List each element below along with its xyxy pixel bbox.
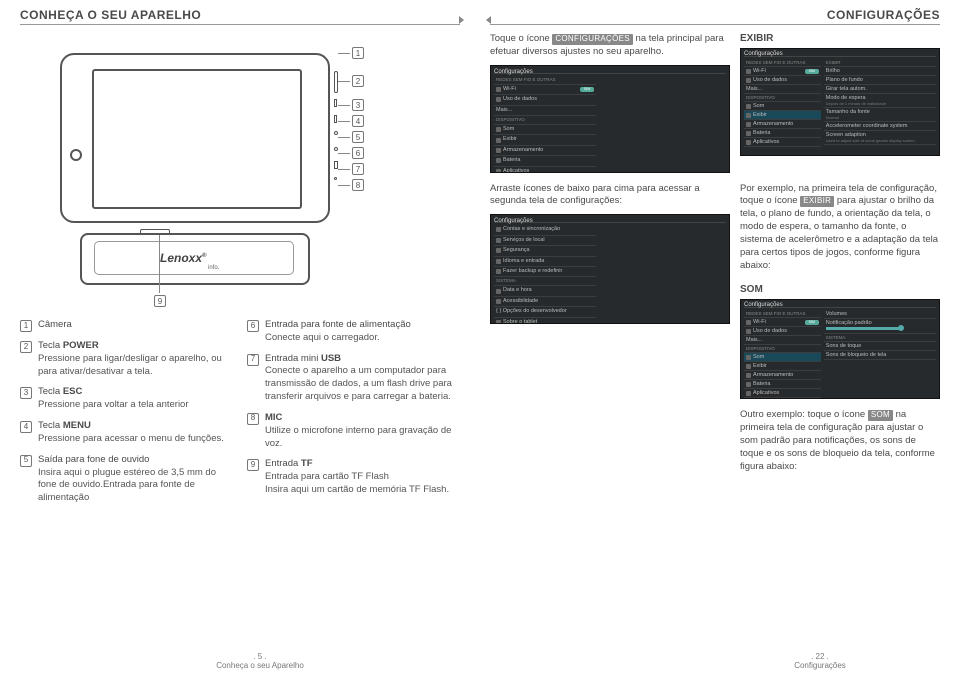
footer-right: . 22 . Configurações <box>760 652 880 670</box>
screenshot-som: Configurações REDES SEM FIO E OUTRAS Wi-… <box>740 299 940 399</box>
som-head: SOM <box>740 284 940 295</box>
legend-col-left: 1 Câmera 2 Tecla POWERPressione para lig… <box>20 319 233 513</box>
callout-8: 8 <box>352 179 364 191</box>
side-port <box>334 131 338 135</box>
row-3: Outro exemplo: toque o ícone SOM na prim… <box>490 409 940 473</box>
side-port <box>334 147 338 151</box>
exibir-block: EXIBIR Configurações REDES SEM FIO E OUT… <box>740 33 940 173</box>
device-screen <box>92 69 302 209</box>
brand-logo: Lenoxx® <box>160 251 206 265</box>
footer-left: . 5 . Conheça o seu Aparelho <box>200 652 320 670</box>
device-diagram: 1 2 3 4 5 6 7 8 Lenoxx® info. 9 <box>60 33 380 313</box>
device-front-view: Lenoxx® info. 9 <box>80 233 310 297</box>
legend-item-8: 8 MICUtilize o microfone interno para gr… <box>247 412 460 450</box>
callout-3: 3 <box>352 99 364 111</box>
callout-7: 7 <box>352 163 364 175</box>
right-page: CONFIGURAÇÕES Toque o ícone CONFIGURAÇÕE… <box>490 8 940 483</box>
legend-item-9: 9 Entrada TFEntrada para cartão TF Flash… <box>247 458 460 496</box>
screenshot-exibir: Configurações REDES SEM FIO E OUTRAS Wi-… <box>740 48 940 156</box>
chip-configuracoes: CONFIGURAÇÕES <box>552 34 633 45</box>
intro-text: Toque o ícone CONFIGURAÇÕES na tela prin… <box>490 33 730 173</box>
screenshot-settings-1: Configurações REDES SEM FIO E OUTRAS Wi-… <box>490 65 730 173</box>
side-port <box>334 161 338 169</box>
legend-item-5: 5 Saída para fone de ouvidoInsira aqui o… <box>20 454 233 505</box>
callout-6: 6 <box>352 147 364 159</box>
callout-5: 5 <box>352 131 364 143</box>
intro-row: Toque o ícone CONFIGURAÇÕES na tela prin… <box>490 33 940 173</box>
screenshot-settings-2: Configurações Contas e sincronização Ser… <box>490 214 730 324</box>
legend-item-1: 1 Câmera <box>20 319 233 332</box>
legend-item-6: 6 Entrada para fonte de alimentaçãoConec… <box>247 319 460 345</box>
callout-4: 4 <box>352 115 364 127</box>
chip-exibir: EXIBIR <box>800 196 834 207</box>
chip-som: SOM <box>868 410 893 421</box>
legend-item-2: 2 Tecla POWERPressione para ligar/deslig… <box>20 340 233 378</box>
exibir-head: EXIBIR <box>740 33 940 44</box>
legend-item-3: 3 Tecla ESCPressione para voltar a tela … <box>20 386 233 412</box>
legend-col-right: 6 Entrada para fonte de alimentaçãoConec… <box>247 319 460 513</box>
exibir-text-block: Por exemplo, na primeira tela de configu… <box>740 183 940 400</box>
right-header: CONFIGURAÇÕES <box>490 8 940 25</box>
camera-icon <box>70 149 82 161</box>
som-text: Outro exemplo: toque o ícone SOM na prim… <box>740 409 940 473</box>
left-page: CONHEÇA O SEU APARELHO 1 2 3 4 5 6 7 8 <box>20 8 460 513</box>
legend-item-7: 7 Entrada mini USBConecte o aparelho a u… <box>247 353 460 404</box>
callout-2: 2 <box>352 75 364 87</box>
callout-9: 9 <box>154 295 166 307</box>
side-button-power <box>334 71 338 93</box>
callout-1: 1 <box>352 47 364 59</box>
side-button <box>334 115 337 123</box>
row-2: Arraste ícones de baixo para cima para a… <box>490 183 940 400</box>
device-outline <box>60 53 330 223</box>
legend-item-4: 4 Tecla MENUPressione para acessar o men… <box>20 420 233 446</box>
scroll-text-block: Arraste ícones de baixo para cima para a… <box>490 183 730 400</box>
side-mic <box>334 177 337 180</box>
left-header: CONHEÇA O SEU APARELHO <box>20 8 460 25</box>
legend: 1 Câmera 2 Tecla POWERPressione para lig… <box>20 319 460 513</box>
side-button <box>334 99 337 107</box>
brand-sub: info. <box>208 265 219 271</box>
